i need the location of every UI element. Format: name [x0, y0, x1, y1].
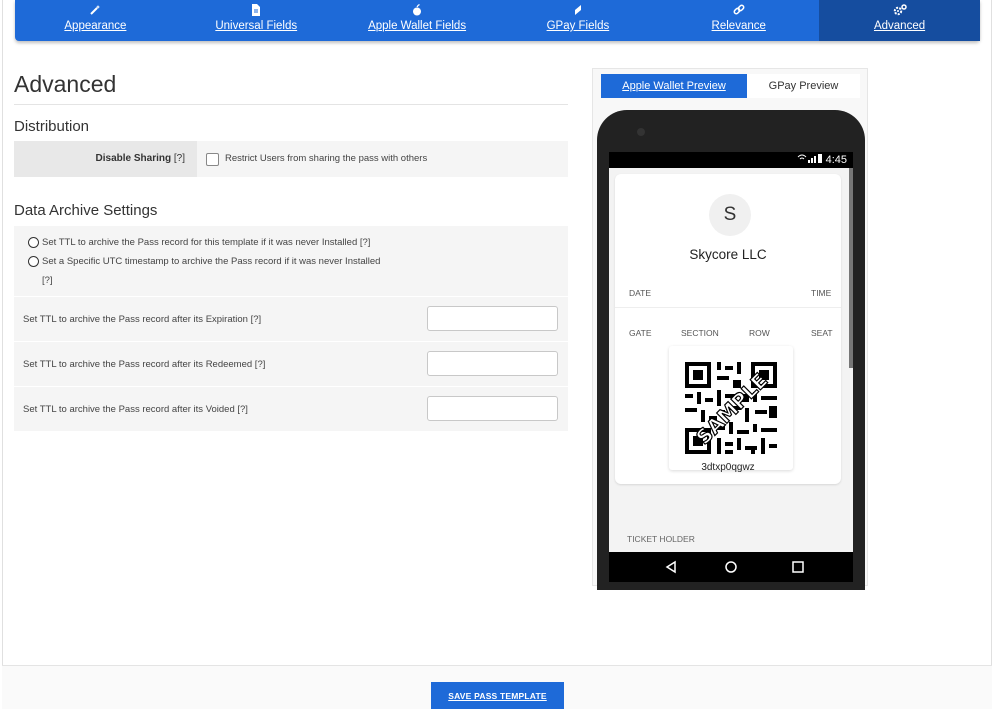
disable-sharing-text: Disable Sharing	[95, 153, 172, 164]
tab-label: Appearance	[64, 20, 127, 32]
phone-screen: 4:45 S Skycore LLC DATE TIME GATE SECTIO…	[609, 152, 853, 582]
gears-icon	[819, 4, 980, 18]
tab-label: GPay Fields	[546, 20, 610, 32]
top-tab-bar: Appearance Universal Fields Apple Wallet…	[15, 0, 980, 41]
disable-sharing-row: Disable Sharing [?] Restrict Users from …	[14, 141, 568, 177]
data-archive-heading: Data Archive Settings	[14, 202, 158, 219]
restrict-sharing-checkbox[interactable]	[206, 153, 219, 166]
home-icon[interactable]	[725, 561, 737, 573]
signal-icon	[797, 154, 823, 166]
radio-utc-timestamp-label[interactable]: Set a Specific UTC timestamp to archive …	[42, 256, 380, 267]
org-name: Skycore LLC	[689, 247, 767, 262]
avatar: S	[709, 194, 751, 236]
radio-utc-help[interactable]: [?]	[42, 275, 53, 286]
pass-preview-panel: Apple Wallet Preview GPay Preview 4:45 S…	[592, 68, 868, 590]
tab-apple-wallet-preview[interactable]: Apple Wallet Preview	[601, 74, 747, 98]
pass-card: S Skycore LLC DATE TIME GATE SECTION ROW…	[615, 174, 841, 484]
divider	[14, 104, 568, 105]
ttl-expiration-input[interactable]	[427, 306, 558, 331]
apple-icon	[337, 3, 498, 18]
gpay-icon	[497, 4, 658, 18]
ticket-holder-label: TICKET HOLDER	[627, 534, 695, 544]
ttl-redeemed-input[interactable]	[427, 351, 558, 376]
recents-icon[interactable]	[792, 561, 804, 573]
file-icon	[176, 4, 337, 18]
date-label: DATE	[629, 288, 652, 298]
camera-icon	[637, 128, 645, 136]
section-label: SECTION	[681, 328, 719, 338]
ttl-redeemed-row: Set TTL to archive the Pass record after…	[14, 341, 568, 385]
disable-sharing-label: Disable Sharing [?]	[14, 141, 197, 177]
restrict-sharing-label[interactable]: Restrict Users from sharing the pass wit…	[225, 153, 427, 164]
ttl-voided-input[interactable]	[427, 396, 558, 421]
status-time: 4:45	[825, 154, 847, 166]
tab-relevance[interactable]: Relevance	[658, 0, 819, 41]
data-archive-panel: Set TTL to archive the Pass record for t…	[14, 226, 568, 431]
ttl-voided-row: Set TTL to archive the Pass record after…	[14, 386, 568, 430]
save-pass-template-button[interactable]: SAVE PASS TEMPLATE	[431, 682, 564, 709]
tab-label: Apple Wallet Fields	[368, 20, 467, 32]
time-label: TIME	[811, 288, 832, 298]
seat-label: SEAT	[811, 328, 833, 338]
radio-ttl-never-installed[interactable]	[28, 237, 39, 248]
status-bar: 4:45	[609, 152, 853, 168]
tab-apple-wallet-fields[interactable]: Apple Wallet Fields	[337, 0, 498, 41]
tab-advanced[interactable]: Advanced	[819, 0, 980, 41]
wand-icon	[15, 4, 176, 18]
ttl-voided-label: Set TTL to archive the Pass record after…	[23, 404, 248, 415]
help-icon[interactable]: [?]	[174, 153, 185, 164]
ttl-expiration-row: Set TTL to archive the Pass record after…	[14, 296, 568, 340]
tab-gpay-fields[interactable]: GPay Fields	[497, 0, 658, 41]
scrollbar[interactable]	[849, 168, 853, 368]
radio-ttl-never-installed-label[interactable]: Set TTL to archive the Pass record for t…	[42, 237, 370, 248]
radio-utc-timestamp[interactable]	[28, 256, 39, 267]
tab-label: Advanced	[873, 20, 926, 32]
pass-code: 3dtxp0qgwz	[701, 462, 755, 473]
distribution-heading: Distribution	[14, 118, 90, 135]
page-title: Advanced	[14, 71, 117, 97]
back-icon[interactable]	[665, 560, 676, 574]
tab-label: Universal Fields	[215, 20, 298, 32]
link-icon	[658, 4, 819, 18]
gate-label: GATE	[629, 328, 652, 338]
tab-universal-fields[interactable]: Universal Fields	[176, 0, 337, 41]
ttl-redeemed-label: Set TTL to archive the Pass record after…	[23, 359, 266, 370]
android-nav-bar	[609, 552, 853, 582]
tab-label: Relevance	[711, 20, 766, 32]
qr-code: SAMPLE	[669, 346, 793, 470]
tab-appearance[interactable]: Appearance	[15, 0, 176, 41]
row-label: ROW	[749, 328, 770, 338]
ttl-expiration-label: Set TTL to archive the Pass record after…	[23, 314, 262, 325]
divider	[615, 307, 841, 308]
tab-gpay-preview[interactable]: GPay Preview	[747, 74, 860, 98]
phone-mockup: 4:45 S Skycore LLC DATE TIME GATE SECTIO…	[597, 110, 865, 590]
